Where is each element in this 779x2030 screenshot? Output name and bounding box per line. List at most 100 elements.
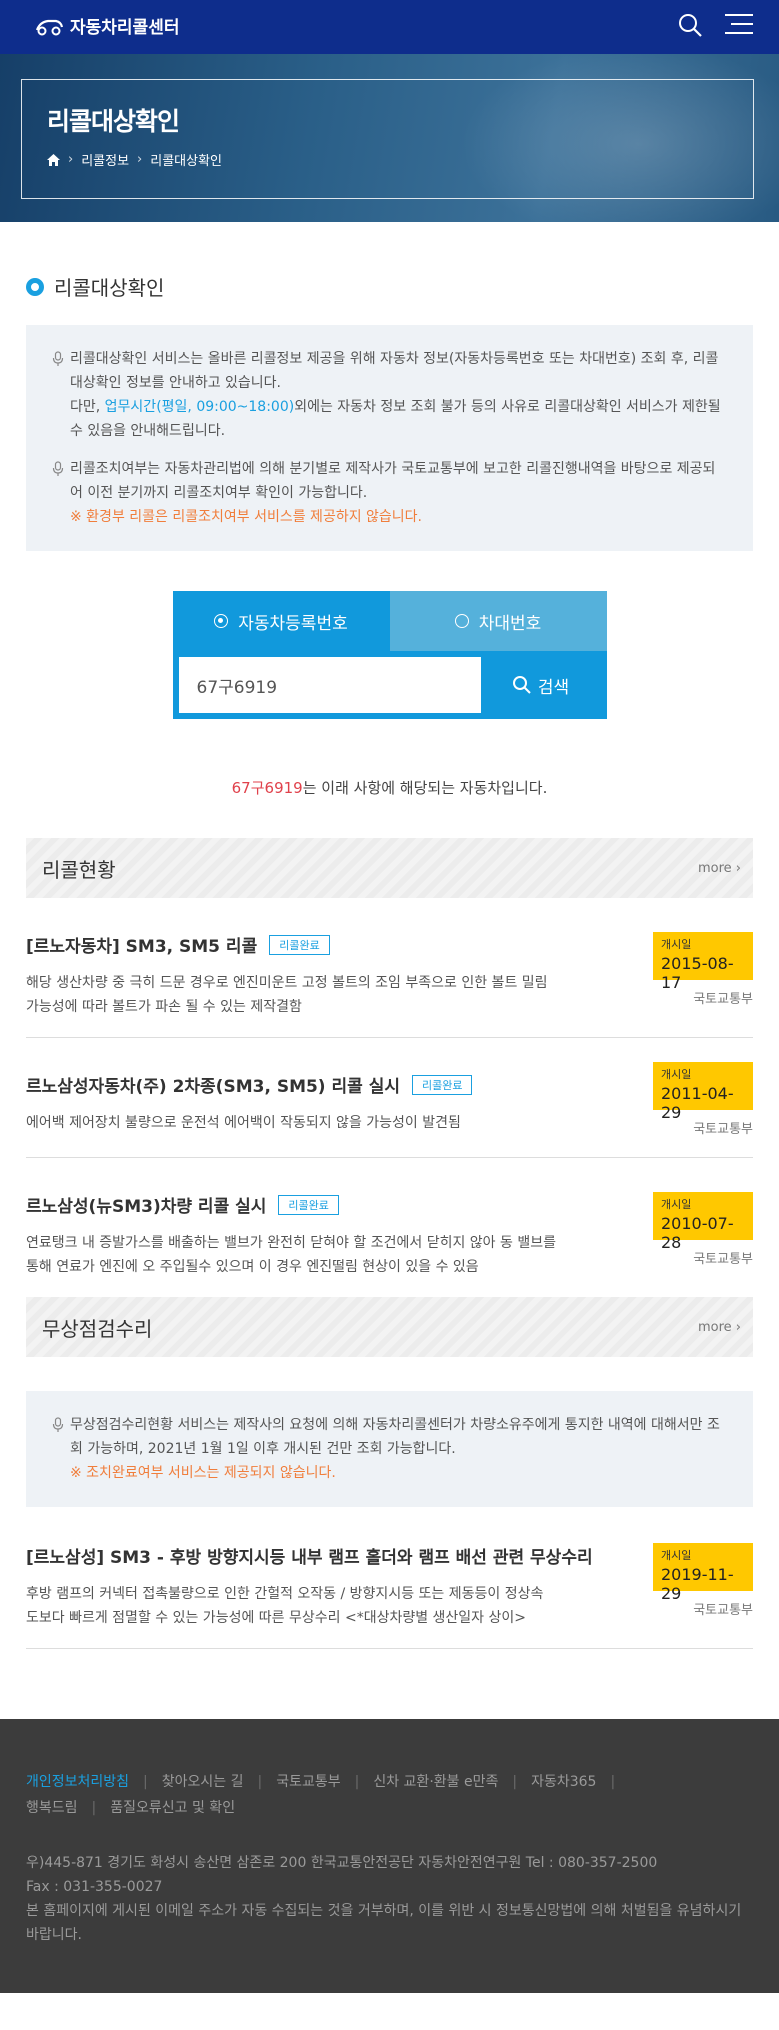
- warning-text: ※ 환경부 리콜은 리콜조치여부 서비스를 제공하지 않습니다.: [70, 509, 423, 525]
- tab-label: 차대번호: [478, 613, 542, 634]
- recall-item[interactable]: [르노자동차] SM3, SM5 리콜 리콜완료 해당 생산차량 중 극히 드문 …: [26, 898, 753, 1038]
- repair-item[interactable]: [르노삼성] SM3 - 후방 방향지시등 내부 램프 홀더와 램프 배선 관련…: [26, 1507, 753, 1649]
- recall-item[interactable]: 르노삼성자동차(주) 2차종(SM3, SM5) 리콜 실시 리콜완료 에어백 제…: [26, 1038, 753, 1158]
- search-button[interactable]: 검색: [481, 657, 601, 713]
- date-label: 개시일: [661, 1068, 692, 1081]
- logo-text: 자동차리콜센터: [70, 18, 180, 38]
- organization: 국토교통부: [693, 1603, 753, 1618]
- notice-box: 리콜대상확인 서비스는 올바른 리콜정보 제공을 위해 자동차 정보(자동차등록…: [26, 325, 753, 551]
- vehicle-search: 자동차등록번호 차대번호 67구6919 검색: [172, 591, 607, 719]
- site-footer: 개인정보처리방침 | 찾아오시는 길 | 국토교통부 | 신차 교환·환불 e만족 | 자동차3…: [0, 1719, 779, 1993]
- more-label: more: [697, 1319, 732, 1335]
- chevron-right-icon: ›: [735, 1319, 741, 1335]
- date-badge: 개시일 2011-04-29: [653, 1062, 753, 1122]
- recall-status-title: 리콜현황: [42, 857, 116, 882]
- footer-divider: |: [610, 1774, 616, 1790]
- car-logo-icon: [35, 19, 64, 35]
- tab-vin[interactable]: 차대번호: [389, 591, 607, 651]
- search-input[interactable]: 67구6919: [178, 657, 481, 713]
- date-label: 개시일: [661, 938, 692, 951]
- repair-list: [르노삼성] SM3 - 후방 방향지시등 내부 램프 홀더와 램프 배선 관련…: [26, 1507, 753, 1649]
- date-value: 2010-07-28: [661, 1214, 734, 1252]
- status-badge: 리콜완료: [278, 1194, 339, 1215]
- recall-item-desc: 연료탱크 내 증발가스를 배출하는 밸브가 완전히 닫혀야 할 조건에서 닫히지…: [26, 1235, 556, 1275]
- site-logo[interactable]: 자동차리콜센터: [34, 13, 179, 38]
- search-icon[interactable]: [677, 12, 703, 38]
- footer-link-quality[interactable]: 품질오류신고 및 확인: [110, 1800, 235, 1816]
- notice-paragraph: 리콜대상확인 서비스는 올바른 리콜정보 제공을 위해 자동차 정보(자동차등록…: [52, 347, 725, 443]
- status-badge: 리콜완료: [411, 1074, 473, 1095]
- repair-item-desc: 후방 램프의 커넥터 접촉불량으로 인한 간헐적 오작동 / 방향지시등 또는 …: [26, 1586, 544, 1626]
- organization: 국토교통부: [693, 1252, 753, 1267]
- notice-text: 리콜대상확인 서비스는 올바른 리콜정보 제공을 위해 자동차 정보(자동차등록…: [70, 351, 719, 391]
- footer-link-privacy[interactable]: 개인정보처리방침: [26, 1774, 129, 1790]
- recall-item[interactable]: 르노삼성(뉴SM3)차량 리콜 실시 리콜완료 연료탱크 내 증발가스를 배출하는…: [26, 1158, 753, 1297]
- tab-label: 자동차등록번호: [238, 613, 348, 634]
- fax-text: Fax : 031-355-0027: [26, 1879, 163, 1895]
- section-title-text: 리콜대상확인: [54, 276, 165, 300]
- organization: 국토교통부: [693, 1122, 753, 1137]
- page-hero: 리콜대상확인 › 리콜정보 › 리콜대상확인: [0, 54, 779, 222]
- recall-item-desc: 해당 생산차량 중 극히 드문 경우로 엔진미운트 고정 볼트의 조임 부족으로…: [26, 975, 548, 1015]
- notice-paragraph: 무상점검수리현황 서비스는 제작사의 요청에 의해 자동차리콜센터가 차량소유주…: [52, 1413, 725, 1485]
- search-button-label: 검색: [537, 677, 570, 698]
- date-badge: 개시일 2019-11-29: [653, 1543, 753, 1603]
- free-repair-header: 무상점검수리 more ›: [26, 1297, 753, 1357]
- recall-item-title[interactable]: [르노자동차] SM3, SM5 리콜: [26, 932, 257, 957]
- site-header: 자동차리콜센터: [0, 0, 779, 54]
- breadcrumb-item[interactable]: 리콜대상확인: [150, 150, 222, 169]
- repair-more-link[interactable]: more ›: [698, 1320, 741, 1335]
- footer-link-car365[interactable]: 자동차365: [531, 1774, 596, 1790]
- recall-more-link[interactable]: more ›: [698, 861, 741, 876]
- chevron-right-icon: ›: [735, 860, 741, 876]
- more-label: more: [697, 860, 732, 876]
- breadcrumb-item[interactable]: 리콜정보: [81, 150, 129, 169]
- footer-links: 개인정보처리방침 | 찾아오시는 길 | 국토교통부 | 신차 교환·환불 e만족 | 자동차3…: [26, 1769, 753, 1821]
- menu-icon[interactable]: [725, 12, 753, 36]
- section-title: 리콜대상확인: [26, 272, 753, 301]
- home-icon[interactable]: [47, 153, 60, 166]
- organization: 국토교통부: [693, 992, 753, 1007]
- date-badge: 개시일 2015-08-17: [653, 932, 753, 992]
- disclaimer-text: 본 홈페이지에 게시된 이메일 주소가 자동 수집되는 것을 거부하며, 이를 …: [26, 1903, 742, 1943]
- radio-checked-icon: [214, 614, 229, 628]
- status-badge: 리콜완료: [269, 934, 330, 955]
- repair-item-title[interactable]: [르노삼성] SM3 - 후방 방향지시등 내부 램프 홀더와 램프 배선 관련…: [26, 1543, 593, 1568]
- result-plate: 67구6919: [231, 779, 303, 797]
- date-value: 2019-11-29: [661, 1565, 734, 1603]
- footer-divider: |: [143, 1774, 148, 1790]
- notice-text: 무상점검수리현황 서비스는 제작사의 요청에 의해 자동차리콜센터가 차량소유주…: [70, 1417, 720, 1457]
- notice-text: 다만,: [70, 399, 105, 415]
- microphone-icon: [52, 1417, 64, 1432]
- notice-text: 리콜조치여부는 자동차관리법에 의해 분기별로 제작사가 국토교통부에 보고한 …: [70, 461, 716, 501]
- free-repair-title: 무상점검수리: [42, 1316, 153, 1341]
- date-label: 개시일: [661, 1549, 692, 1562]
- recall-item-title[interactable]: 르노삼성(뉴SM3)차량 리콜 실시: [26, 1192, 266, 1217]
- breadcrumb: › 리콜정보 › 리콜대상확인: [47, 150, 728, 169]
- search-icon: [512, 676, 531, 694]
- recall-item-desc: 에어백 제어장치 불량으로 운전석 에어백이 작동되지 않을 가능성이 발견됨: [26, 1115, 461, 1131]
- bullet-circle-icon: [26, 277, 44, 296]
- address-text: 우)445-871 경기도 화성시 송산면 삼존로 200 한국교통안전공단 자…: [26, 1855, 658, 1871]
- footer-divider: |: [257, 1774, 263, 1790]
- microphone-icon: [52, 351, 64, 366]
- recall-item-title[interactable]: 르노삼성자동차(주) 2차종(SM3, SM5) 리콜 실시: [26, 1072, 400, 1097]
- repair-notice-box: 무상점검수리현황 서비스는 제작사의 요청에 의해 자동차리콜센터가 차량소유주…: [26, 1391, 753, 1507]
- date-value: 2015-08-17: [661, 954, 734, 992]
- footer-divider: |: [91, 1800, 97, 1816]
- tab-registration-number[interactable]: 자동차등록번호: [172, 591, 390, 651]
- date-label: 개시일: [661, 1198, 692, 1211]
- warning-text: ※ 조치완료여부 서비스는 제공되지 않습니다.: [70, 1465, 336, 1481]
- microphone-icon: [52, 461, 64, 476]
- recall-status-header: 리콜현황 more ›: [26, 838, 753, 898]
- footer-link-molit[interactable]: 국토교통부: [276, 1774, 340, 1790]
- radio-unchecked-icon: [454, 614, 469, 628]
- footer-divider: |: [512, 1774, 518, 1790]
- footer-link-directions[interactable]: 찾아오시는 길: [162, 1774, 244, 1790]
- footer-link-happy[interactable]: 행복드림: [26, 1800, 78, 1816]
- date-badge: 개시일 2010-07-28: [653, 1192, 753, 1252]
- recall-list: [르노자동차] SM3, SM5 리콜 리콜완료 해당 생산차량 중 극히 드문 …: [26, 898, 753, 1297]
- footer-link-refund[interactable]: 신차 교환·환불 e만족: [373, 1774, 498, 1790]
- search-result-message: 67구6919는 이래 사항에 해당되는 자동차입니다.: [26, 777, 753, 798]
- chevron-right-icon: ›: [68, 152, 74, 167]
